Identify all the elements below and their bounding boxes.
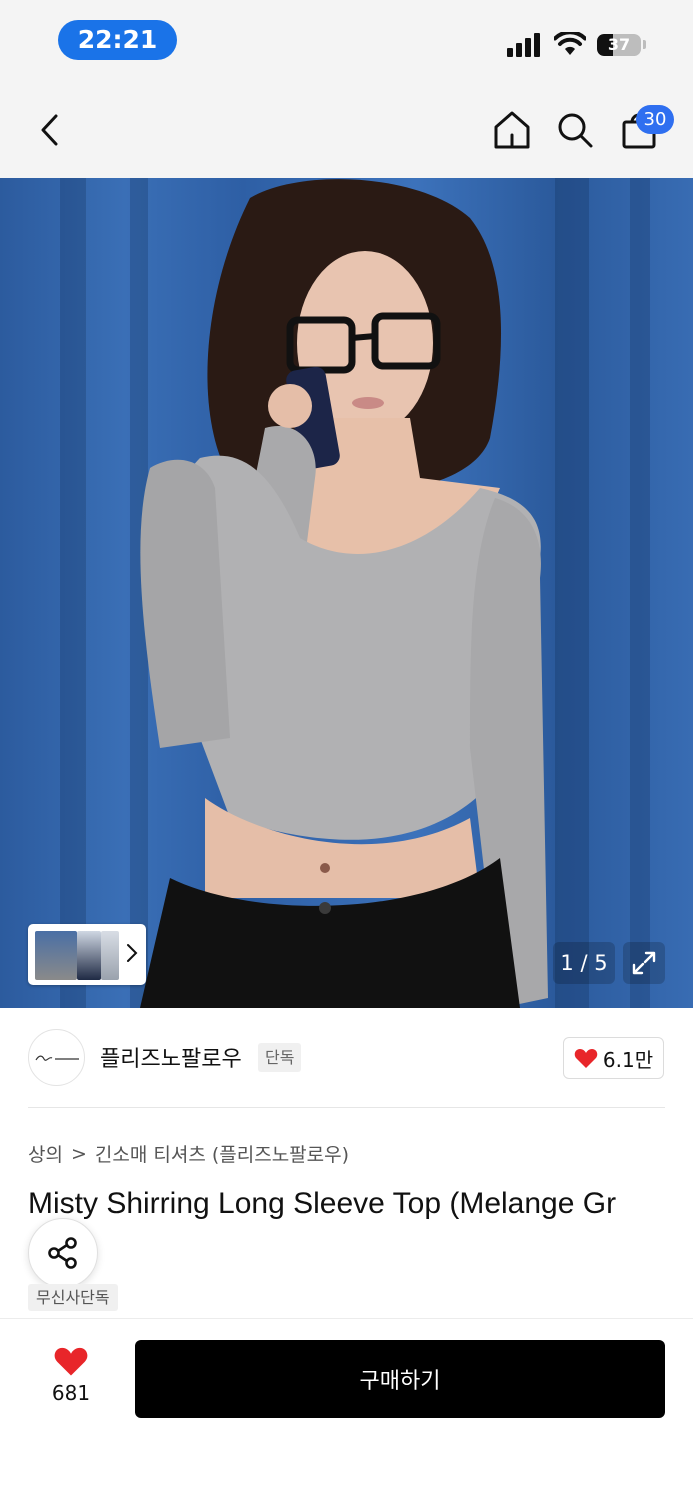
brand-like-button[interactable]: 6.1만 bbox=[563, 1037, 664, 1079]
status-time: 22:21 bbox=[58, 20, 177, 60]
product-image[interactable]: 1 / 5 bbox=[0, 178, 693, 1008]
product-title: Misty Shirring Long Sleeve Top (Melange … bbox=[28, 1187, 617, 1220]
brand-logo[interactable] bbox=[28, 1029, 85, 1086]
battery-level-text: 37 bbox=[607, 35, 631, 54]
share-icon bbox=[48, 1237, 77, 1269]
back-icon bbox=[41, 114, 58, 146]
chevron-right-icon bbox=[127, 944, 138, 962]
musinsa-exclusive-tag: 무신사단독 bbox=[28, 1284, 118, 1311]
expand-icon bbox=[632, 951, 656, 975]
product-like-button[interactable]: 681 bbox=[28, 1345, 114, 1417]
brand-name[interactable]: 플리즈노팔로우 bbox=[100, 1041, 242, 1073]
heart-icon bbox=[54, 1347, 88, 1376]
divider bbox=[28, 1107, 665, 1108]
buy-button[interactable]: 구매하기 bbox=[135, 1340, 665, 1418]
cellular-signal-icon bbox=[507, 33, 543, 57]
breadcrumb-category[interactable]: 상의 bbox=[28, 1140, 63, 1167]
expand-button[interactable] bbox=[623, 942, 665, 984]
exclusive-tag: 단독 bbox=[258, 1043, 302, 1072]
cart-count-badge: 30 bbox=[636, 105, 674, 134]
breadcrumb: 상의 > 긴소매 티셔츠 (플리즈노팔로우) bbox=[28, 1140, 349, 1167]
image-counter: 1 / 5 bbox=[553, 942, 615, 984]
breadcrumb-subcategory[interactable]: 긴소매 티셔츠 (플리즈노팔로우) bbox=[95, 1140, 349, 1167]
wifi-icon bbox=[554, 32, 586, 55]
brand-logo-mark bbox=[34, 1055, 79, 1061]
back-button[interactable] bbox=[30, 110, 70, 150]
search-button[interactable] bbox=[553, 108, 597, 152]
thumbnail-strip[interactable] bbox=[28, 924, 146, 985]
search-icon bbox=[558, 113, 593, 148]
model-photo bbox=[140, 179, 548, 1008]
home-button[interactable] bbox=[490, 108, 534, 152]
brand-like-count: 6.1만 bbox=[602, 1047, 654, 1072]
battery-icon: 37 bbox=[597, 34, 641, 56]
product-like-count: 681 bbox=[51, 1381, 91, 1405]
battery-tip bbox=[643, 40, 646, 49]
breadcrumb-separator: > bbox=[70, 1142, 87, 1165]
share-button[interactable] bbox=[28, 1218, 98, 1288]
heart-icon bbox=[574, 1049, 598, 1068]
home-icon bbox=[494, 111, 530, 149]
